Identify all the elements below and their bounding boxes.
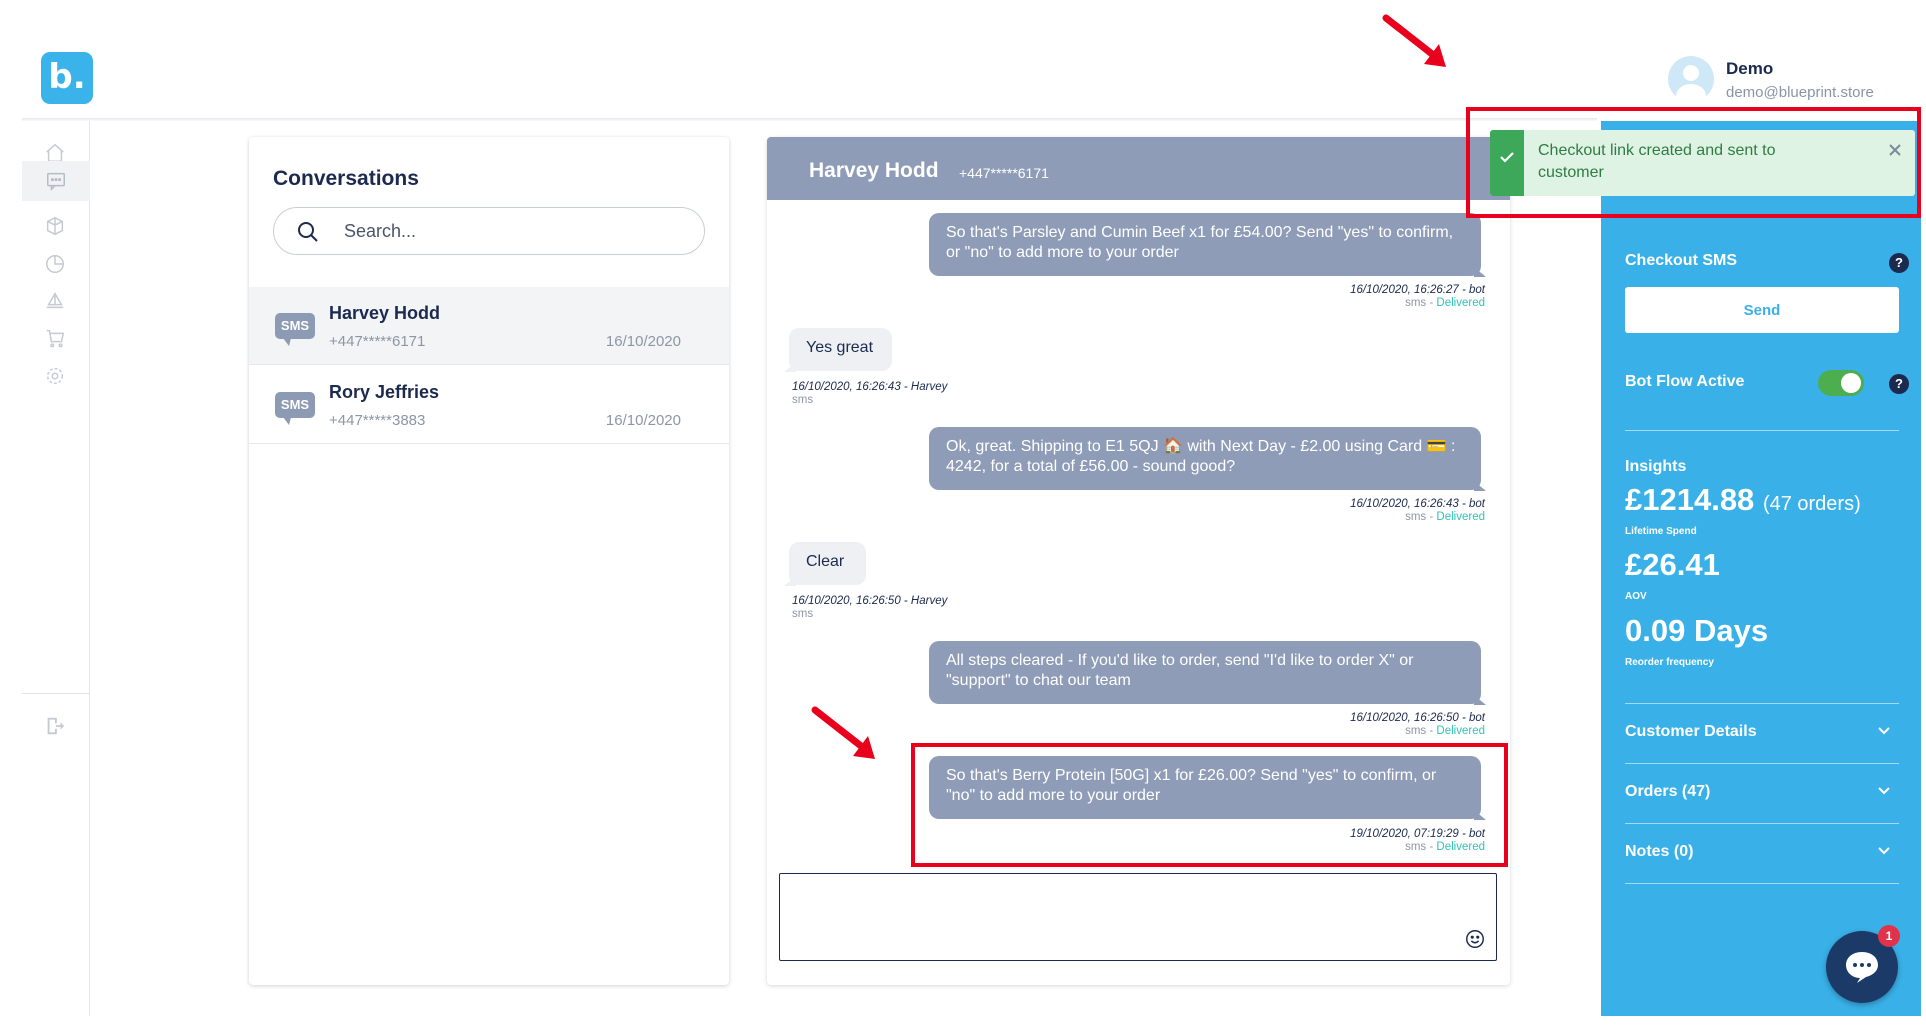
message-channel: sms <box>792 608 814 620</box>
gear-icon[interactable] <box>40 361 70 391</box>
pie-chart-icon[interactable] <box>40 249 70 279</box>
help-icon[interactable]: ? <box>1889 374 1909 394</box>
notification-badge: 1 <box>1878 925 1900 947</box>
message-status: Delivered <box>1436 297 1485 309</box>
panel-divider <box>1625 430 1899 431</box>
lifetime-spend: £1214.88 (47 orders) <box>1625 482 1861 518</box>
annotation-highlight-toast <box>1466 107 1921 218</box>
checkout-sms-label: Checkout SMS <box>1625 252 1738 269</box>
message-time: 16/10/2020, 16:26:50 - Harvey <box>792 595 948 607</box>
notes-section[interactable]: Notes (0) <box>1625 824 1899 882</box>
section-label: Notes (0) <box>1625 843 1694 860</box>
chat-icon[interactable] <box>22 161 90 201</box>
conversation-phone: +447*****6171 <box>329 333 426 350</box>
annotation-arrow <box>1382 14 1446 67</box>
message-meta: 16/10/2020, 16:26:43 - bot sms - Deliver… <box>1350 498 1485 523</box>
message-input[interactable] <box>780 874 1496 960</box>
box-icon[interactable] <box>40 211 70 241</box>
message-meta: 16/10/2020, 16:26:27 - bot sms - Deliver… <box>1350 284 1485 309</box>
chat-contact-name: Harvey Hodd <box>809 159 939 182</box>
message-time: 16/10/2020, 16:26:27 - bot <box>1350 284 1485 296</box>
cart-icon[interactable] <box>40 323 70 353</box>
reorder-caption: Reorder frequency <box>1625 657 1714 668</box>
emoji-icon[interactable] <box>1464 928 1486 950</box>
chevron-down-icon <box>1878 727 1890 735</box>
insights-label: Insights <box>1625 458 1687 475</box>
sms-badge: SMS <box>275 313 315 346</box>
message-status: Delivered <box>1436 725 1485 737</box>
conversation-item-harvey-hodd[interactable]: SMS Harvey Hodd +447*****6171 16/10/2020 <box>249 287 729 365</box>
chevron-down-icon <box>1878 847 1890 855</box>
conversation-phone: +447*****3883 <box>329 412 426 429</box>
search-input[interactable] <box>344 218 684 244</box>
message-time: 16/10/2020, 16:26:43 - bot <box>1350 498 1485 510</box>
help-icon[interactable]: ? <box>1889 253 1909 273</box>
chat-contact-phone: +447*****6171 <box>959 165 1049 181</box>
annotation-arrow <box>811 706 875 759</box>
search-box[interactable] <box>273 207 705 255</box>
search-icon <box>298 222 318 242</box>
chat-bubble-icon <box>1846 952 1878 983</box>
user-message: Clear <box>784 542 866 586</box>
conversation-date: 16/10/2020 <box>605 412 681 429</box>
conversation-item-rory-jeffries[interactable]: SMS Rory Jeffries +447*****3883 16/10/20… <box>249 366 729 444</box>
user-name: Demo <box>1726 59 1774 78</box>
conversation-date: 16/10/2020 <box>605 333 681 350</box>
bot-flow-toggle[interactable] <box>1818 370 1864 396</box>
blueprint-logo[interactable]: b. <box>41 52 93 104</box>
message-channel: sms <box>1405 725 1427 737</box>
reorder-value: 0.09 Days <box>1625 613 1769 648</box>
bot-flow-label: Bot Flow Active <box>1625 373 1745 390</box>
lifetime-spend-value: £1214.88 <box>1625 482 1755 517</box>
chat-header: Harvey Hodd +447*****6171 <box>767 137 1510 200</box>
header-divider <box>22 118 1597 121</box>
message-meta: 16/10/2020, 16:26:50 - bot sms - Deliver… <box>1350 712 1485 737</box>
message-channel: sms <box>1405 297 1427 309</box>
chevron-down-icon <box>1878 787 1890 795</box>
message-meta: 16/10/2020, 16:26:50 - Harvey sms <box>792 595 947 621</box>
conversation-name: Rory Jeffries <box>329 382 440 402</box>
orders-section[interactable]: Orders (47) <box>1625 764 1899 822</box>
message-channel: sms <box>1405 511 1427 523</box>
app: b. Demo demo@blueprint.store Conversatio… <box>0 0 1926 1036</box>
avatar[interactable] <box>1668 56 1714 102</box>
sms-badge: SMS <box>275 392 315 425</box>
aov-value: £26.41 <box>1625 547 1720 582</box>
bot-message: Ok, great. Shipping to E1 5QJ 🏠 with Nex… <box>929 427 1486 491</box>
bot-message: All steps cleared - If you'd like to ord… <box>929 641 1486 705</box>
conversation-name: Harvey Hodd <box>329 303 441 323</box>
message-meta: 16/10/2020, 16:26:43 - Harvey sms <box>792 381 947 407</box>
sidebar-nav <box>22 121 90 1016</box>
sidebar-divider <box>22 693 90 694</box>
conversations-panel: Conversations SMS Harvey Hodd +447*****6… <box>249 137 729 985</box>
message-composer[interactable] <box>779 873 1497 961</box>
lifetime-orders: (47 orders) <box>1762 493 1861 515</box>
customer-panel: Checkout SMS ? Send Bot Flow Active ? In… <box>1601 121 1921 1016</box>
user-email: demo@blueprint.store <box>1726 84 1874 101</box>
message-status: Delivered <box>1436 511 1485 523</box>
send-checkout-button[interactable]: Send <box>1625 287 1899 333</box>
section-label: Orders (47) <box>1625 783 1711 800</box>
panel-divider <box>1625 883 1899 884</box>
logout-icon[interactable] <box>40 711 70 741</box>
boat-icon[interactable] <box>40 286 70 316</box>
message-time: 16/10/2020, 16:26:50 - bot <box>1350 712 1485 724</box>
user-profile[interactable]: Demo demo@blueprint.store <box>1668 56 1908 106</box>
aov-caption: AOV <box>1625 591 1647 602</box>
section-label: Customer Details <box>1625 723 1757 740</box>
annotation-highlight-message <box>911 743 1508 867</box>
chat-widget-button[interactable]: 1 <box>1826 925 1900 1003</box>
message-channel: sms <box>792 394 814 406</box>
conversations-title: Conversations <box>273 167 419 190</box>
message-time: 16/10/2020, 16:26:43 - Harvey <box>792 381 948 393</box>
bot-message: So that's Parsley and Cumin Beef x1 for … <box>929 213 1486 277</box>
customer-details-section[interactable]: Customer Details <box>1625 704 1899 762</box>
user-message: Yes great <box>784 328 892 372</box>
lifetime-spend-caption: Lifetime Spend <box>1625 526 1697 537</box>
